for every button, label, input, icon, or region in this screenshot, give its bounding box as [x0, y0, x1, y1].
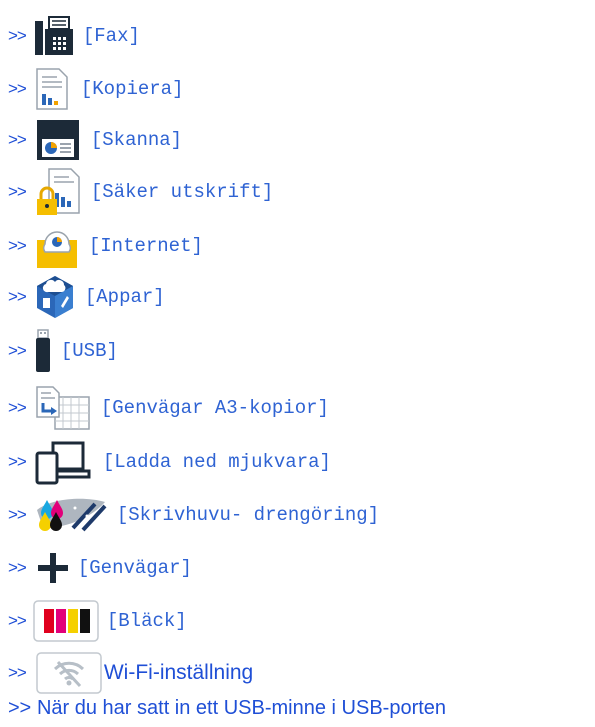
a3-copy-shortcuts-label[interactable]: [Genvägar A3-kopior] — [101, 397, 329, 419]
apps-icon — [33, 274, 77, 320]
link-arrow: >> — [8, 398, 27, 417]
link-arrow: >> — [8, 130, 27, 149]
secure-print-icon — [33, 167, 83, 217]
usb-label[interactable]: [USB] — [61, 340, 118, 362]
internet-label[interactable]: [Internet] — [89, 235, 203, 257]
scan-link[interactable]: >> [Skanna] — [8, 115, 182, 165]
link-arrow: >> — [8, 26, 27, 45]
ink-label[interactable]: [Bläck] — [107, 610, 187, 632]
usb-icon — [33, 328, 53, 374]
secure-print-label[interactable]: [Säker utskrift] — [91, 181, 273, 203]
link-arrow: >> — [8, 79, 27, 98]
link-arrow: >> — [8, 611, 27, 630]
menu-link-list: >> [Fax] >> [Kopiera] >> [Skanna] >> [Sä… — [0, 0, 595, 727]
printhead-cleaning-link[interactable]: >> [Skrivhuvu- drengöring] — [8, 490, 379, 540]
internet-icon — [33, 222, 81, 270]
usb-memory-link[interactable]: >> När du har satt in ett USB-minne i US… — [8, 691, 446, 725]
ink-icon — [33, 600, 99, 642]
printhead-cleaning-icon — [33, 492, 109, 538]
link-arrow: >> — [8, 663, 27, 682]
wifi-off-icon — [36, 652, 102, 694]
fax-label[interactable]: [Fax] — [83, 25, 140, 47]
link-arrow: >> — [8, 182, 27, 201]
wifi-settings-label[interactable]: Wi-Fi-inställning — [104, 661, 253, 685]
link-arrow: >> — [8, 558, 27, 577]
ink-link[interactable]: >> [Bläck] — [8, 596, 187, 646]
copy-link[interactable]: >> [Kopiera] — [8, 64, 183, 114]
plus-icon — [36, 551, 70, 585]
copy-label[interactable]: [Kopiera] — [81, 78, 184, 100]
apps-link[interactable]: >> [Appar] — [8, 272, 165, 322]
a3-copy-shortcuts-icon — [33, 385, 93, 431]
secure-print-link[interactable]: >> [Säker utskrift] — [8, 167, 273, 217]
link-arrow: >> — [8, 236, 27, 255]
shortcuts-label[interactable]: [Genvägar] — [78, 557, 192, 579]
scan-icon — [33, 116, 83, 164]
usb-memory-label[interactable]: När du har satt in ett USB-minne i USB-p… — [37, 697, 446, 720]
link-arrow: >> — [8, 341, 27, 360]
apps-label[interactable]: [Appar] — [85, 286, 165, 308]
printhead-cleaning-label[interactable]: [Skrivhuvu- drengöring] — [117, 504, 379, 526]
download-software-link[interactable]: >> [Ladda ned mjukvara] — [8, 437, 331, 487]
download-software-icon — [33, 439, 95, 485]
usb-link[interactable]: >> [USB] — [8, 326, 118, 376]
internet-link[interactable]: >> [Internet] — [8, 221, 203, 271]
copy-icon — [33, 67, 73, 111]
shortcuts-link[interactable]: >> [Genvägar] — [8, 543, 192, 593]
download-software-label[interactable]: [Ladda ned mjukvara] — [103, 451, 331, 473]
link-arrow: >> — [8, 287, 27, 306]
a3-copy-shortcuts-link[interactable]: >> [Genvägar A3-kopior] — [8, 383, 329, 433]
link-arrow: >> — [8, 505, 27, 524]
fax-link[interactable]: >> [Fax] — [8, 11, 140, 61]
link-arrow: >> — [8, 696, 31, 719]
link-arrow: >> — [8, 452, 27, 471]
scan-label[interactable]: [Skanna] — [91, 129, 182, 151]
fax-icon — [33, 15, 75, 57]
